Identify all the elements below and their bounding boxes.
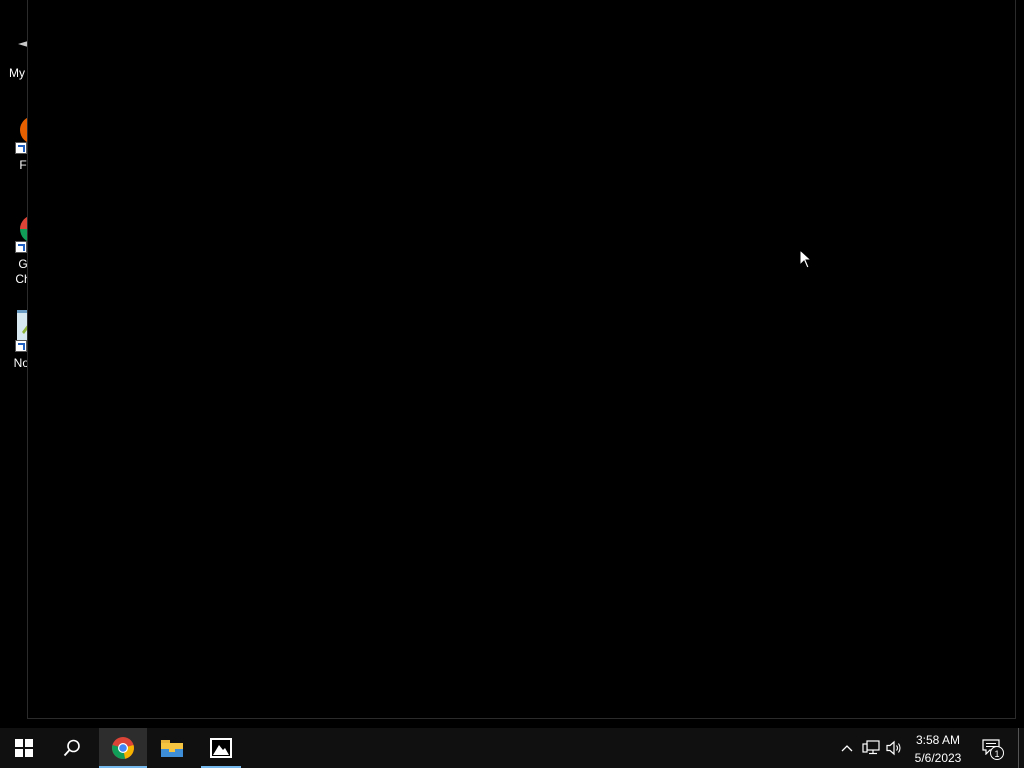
network-button[interactable] [860, 738, 882, 758]
desktop: My C F G Ch Not [0, 0, 1024, 728]
search-icon [63, 739, 80, 757]
shortcut-arrow-icon [15, 142, 27, 154]
windows-start-icon [15, 739, 33, 757]
show-hidden-icons-button[interactable] [838, 738, 856, 758]
start-button[interactable] [0, 728, 48, 768]
search-button[interactable] [48, 728, 96, 768]
shortcut-arrow-icon [15, 241, 27, 253]
volume-icon [886, 740, 901, 756]
taskbar-app-photos[interactable] [197, 728, 245, 768]
shortcut-arrow-icon [15, 340, 27, 352]
photos-icon [210, 738, 232, 758]
taskbar: 3:58 AM 5/6/2023 1 [0, 728, 1024, 768]
mouse-cursor-icon [799, 249, 813, 269]
clock-time: 3:58 AM [915, 733, 961, 747]
chevron-up-icon [841, 745, 853, 752]
taskbar-app-file-explorer[interactable] [148, 728, 196, 768]
show-desktop-button[interactable] [1018, 728, 1019, 768]
taskbar-app-chrome[interactable] [99, 728, 147, 768]
chrome-icon [112, 737, 134, 759]
network-icon [862, 740, 880, 755]
clock-date: 5/6/2023 [914, 751, 962, 765]
notification-count-badge: 1 [990, 746, 1004, 760]
app-window-content[interactable] [27, 0, 1016, 719]
volume-button[interactable] [884, 738, 906, 758]
folder-icon [161, 740, 183, 757]
clock[interactable]: 3:58 AM 5/6/2023 [904, 731, 972, 767]
action-center-button[interactable]: 1 [976, 736, 1006, 760]
